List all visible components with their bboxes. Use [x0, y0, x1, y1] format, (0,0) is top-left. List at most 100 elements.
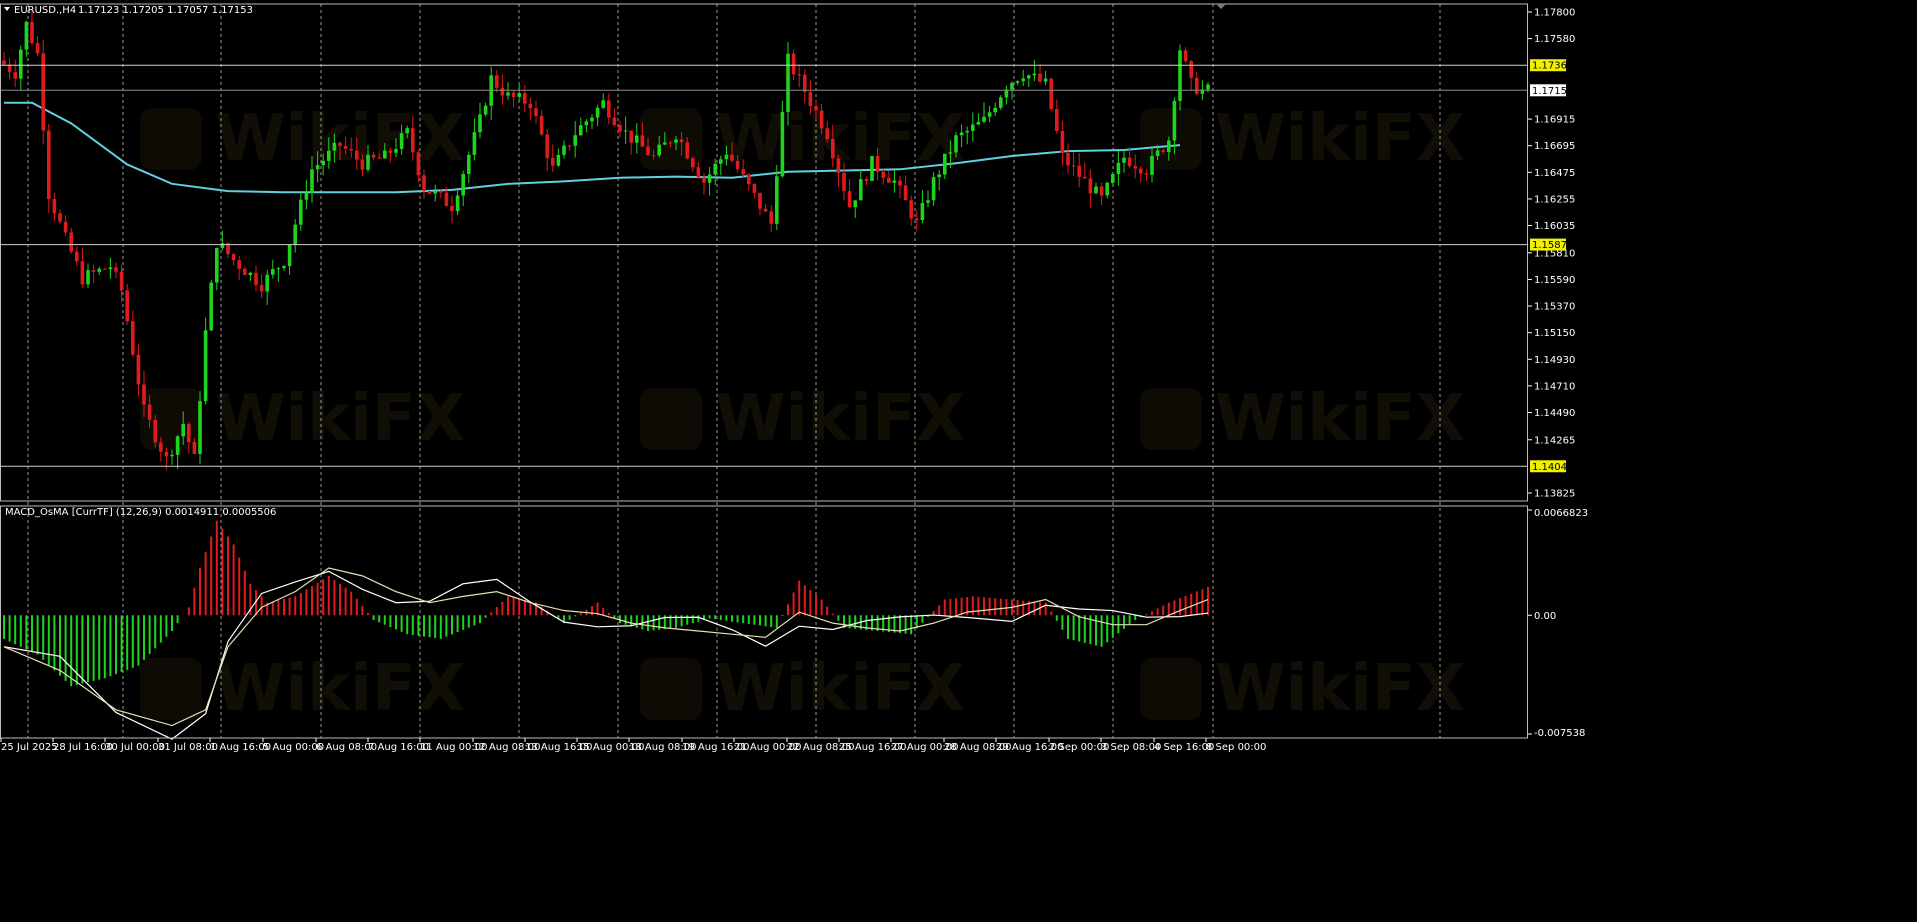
candle	[35, 35, 40, 57]
candle	[433, 184, 437, 202]
candle	[607, 93, 611, 125]
candle	[125, 283, 129, 326]
candle	[539, 110, 544, 136]
candle	[752, 183, 757, 199]
candle	[612, 108, 617, 127]
indicator-axis[interactable]: 0.0066823 0.00 -0.007538	[1528, 508, 1588, 739]
candle	[909, 195, 913, 226]
candle	[551, 144, 555, 173]
price-axis[interactable]: 1.17800 1.17580 1.16915 1.16695 1.16475 1.162…	[1528, 8, 1575, 500]
price-tick-label: 1.17580	[1534, 34, 1575, 45]
candle	[1077, 152, 1081, 188]
price-tick-label: 1.15590	[1534, 275, 1575, 286]
candle	[271, 259, 275, 279]
candle	[1144, 168, 1149, 182]
candle	[287, 244, 292, 275]
candle	[601, 93, 605, 110]
candle	[136, 343, 141, 397]
candle	[579, 117, 583, 136]
candle	[483, 102, 488, 117]
candle	[63, 215, 68, 236]
time-tick-label: 5 Aug 00:00	[263, 742, 324, 753]
candle	[52, 192, 57, 222]
time-tick-label: 3 Sep 08:00	[1101, 742, 1161, 753]
candle	[198, 390, 202, 465]
watermark-layer: WikiFX WikiFX WikiFX WikiFX WikiFX WikiFX Wiki…	[140, 102, 1465, 726]
candle	[175, 435, 180, 470]
candle	[30, 12, 34, 46]
price-tick-label: 1.16915	[1534, 115, 1575, 126]
watermark: WikiFX	[640, 102, 965, 176]
candle	[455, 187, 460, 216]
candle	[416, 149, 421, 183]
time-tick-label: 31 Jul 08:00	[158, 742, 218, 753]
candle	[528, 97, 533, 121]
candle	[1195, 71, 1199, 96]
candle	[903, 175, 908, 201]
candle	[1032, 59, 1037, 82]
candle	[86, 263, 90, 288]
candle	[517, 84, 521, 102]
candle	[803, 69, 807, 104]
candle	[1189, 59, 1193, 90]
chart-canvas[interactable]: WikiFX WikiFX WikiFX WikiFX WikiFX WikiFX Wiki…	[0, 0, 1917, 922]
candle	[131, 310, 135, 357]
candle	[450, 195, 454, 224]
candle	[915, 210, 919, 232]
time-axis[interactable]: 25 Jul 202528 Jul 16:0030 Jul 00:0031 Ju…	[0, 738, 1266, 753]
candle	[702, 172, 706, 195]
candle	[282, 265, 286, 271]
candle	[24, 20, 29, 57]
candle	[69, 227, 73, 254]
candle	[1133, 154, 1137, 179]
watermark: WikiFX	[140, 652, 465, 726]
price-tick-label: 1.14490	[1534, 408, 1575, 419]
candle	[758, 192, 762, 216]
price-tick-label: 1.15150	[1534, 328, 1575, 339]
chart-window[interactable]: WikiFX WikiFX WikiFX WikiFX WikiFX WikiFX Wiki…	[0, 0, 1917, 922]
watermark: WikiFX	[1140, 102, 1465, 176]
price-tick-label: 1.14265	[1534, 435, 1575, 446]
candle	[920, 189, 925, 224]
dropdown-triangle-icon[interactable]	[4, 7, 10, 11]
candle	[248, 271, 253, 281]
candle	[763, 204, 768, 212]
scroll-marker-icon[interactable]	[1216, 4, 1226, 9]
indicator-tick-label: -0.007538	[1534, 728, 1585, 739]
candle	[80, 247, 85, 288]
candle	[164, 447, 169, 471]
candle	[1071, 152, 1076, 177]
candle	[623, 116, 628, 145]
candle	[847, 179, 852, 209]
candle	[511, 90, 516, 108]
svg-text:WikiFX: WikiFX	[1215, 652, 1465, 726]
candle	[870, 155, 874, 182]
candle	[976, 113, 981, 126]
candle	[965, 126, 969, 145]
candle	[489, 66, 493, 120]
svg-text:WikiFX: WikiFX	[1215, 382, 1465, 456]
candle	[1043, 70, 1048, 86]
candle	[91, 264, 96, 283]
candle	[265, 269, 269, 305]
watermark: WikiFX	[640, 652, 965, 726]
candle	[629, 130, 633, 155]
candle	[584, 119, 589, 133]
candle	[562, 140, 566, 159]
candle	[1021, 69, 1025, 86]
candle	[259, 274, 264, 298]
price-tick-label: 1.15370	[1534, 302, 1575, 313]
candle	[1060, 120, 1065, 166]
candle	[987, 105, 992, 123]
svg-text:WikiFX: WikiFX	[1215, 102, 1465, 176]
candle	[209, 280, 213, 331]
candle	[299, 192, 303, 231]
candle	[215, 247, 219, 291]
candle	[999, 95, 1003, 111]
candle	[58, 209, 62, 225]
svg-text:WikiFX: WikiFX	[215, 102, 465, 176]
candle	[523, 84, 527, 112]
candle	[982, 102, 986, 124]
candle	[1139, 165, 1143, 183]
candle	[500, 74, 505, 105]
